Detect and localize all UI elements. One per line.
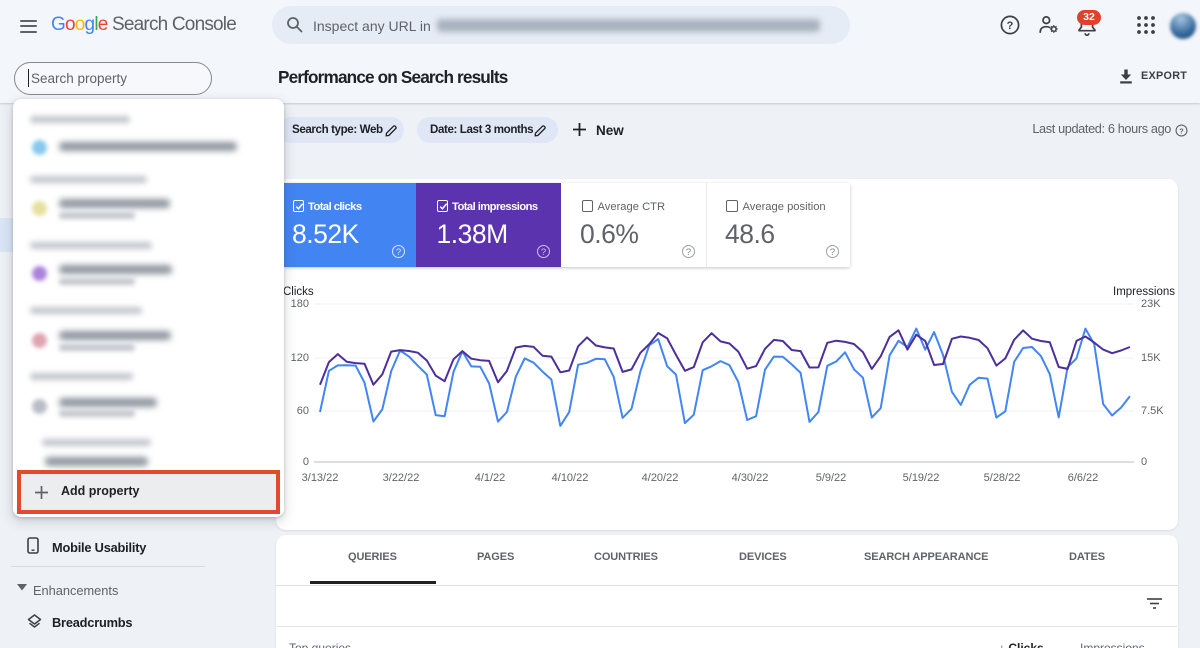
svg-text:?: ? <box>1007 20 1014 32</box>
svg-text:?: ? <box>1179 126 1184 135</box>
